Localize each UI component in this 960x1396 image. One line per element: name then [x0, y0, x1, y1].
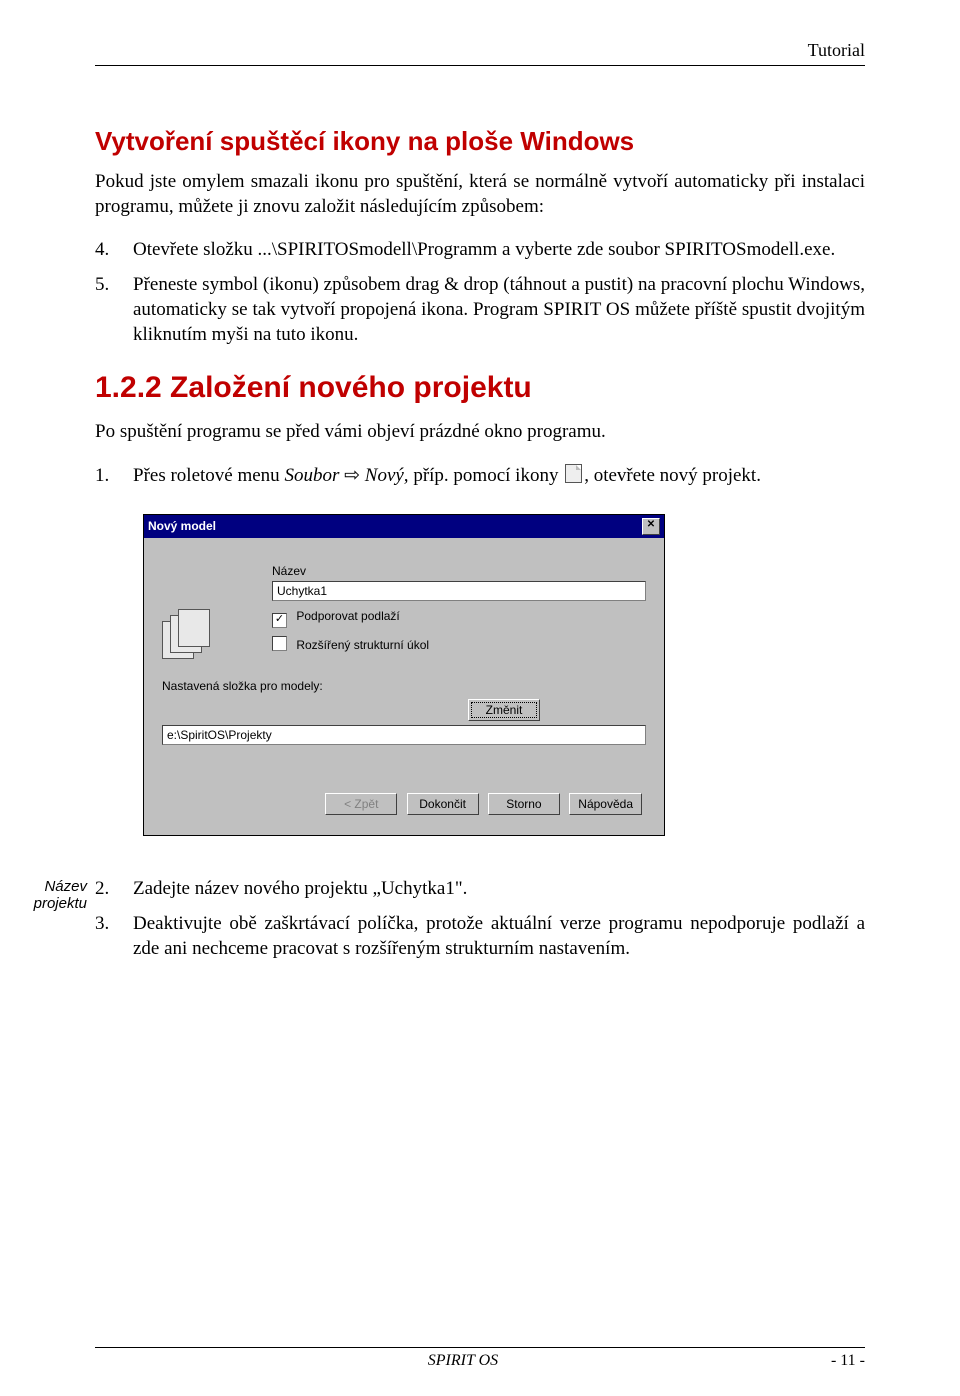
- list-body: Přeneste symbol (ikonu) způsobem drag & …: [133, 272, 865, 347]
- list-number: 1.: [95, 463, 133, 488]
- list-body: Přes roletové menu Soubor ⇨ Nový, příp. …: [133, 463, 865, 488]
- text-fragment: , otevřete nový projekt.: [584, 465, 761, 486]
- name-label: Název: [272, 564, 646, 578]
- new-document-icon: [565, 464, 582, 483]
- help-button[interactable]: Nápověda: [569, 793, 642, 815]
- page-footer: SPIRIT OS - 11 -: [95, 1347, 865, 1370]
- list-body: Deaktivujte obě zaškrtávací políčka, pro…: [133, 911, 865, 961]
- list-body: Zadejte název nového projektu „Uchytka1"…: [133, 876, 865, 901]
- list-number: 3.: [95, 911, 133, 961]
- text-fragment: Přes roletové menu: [133, 465, 284, 486]
- heading-new-project: 1.2.2 Založení nového projektu: [95, 371, 865, 405]
- list-number: 5.: [95, 272, 133, 347]
- checkbox-floors[interactable]: ✓: [272, 613, 287, 628]
- list-item: 5. Přeneste symbol (ikonu) způsobem drag…: [95, 272, 865, 347]
- folder-label: Nastavená složka pro modely:: [162, 679, 646, 693]
- page-header: Tutorial: [95, 40, 865, 66]
- close-icon[interactable]: ✕: [642, 518, 660, 535]
- intro-paragraph-2: Po spuštění programu se před vámi objeví…: [95, 419, 865, 444]
- list-body: Otevřete složku ...\SPIRITOSmodell\Progr…: [133, 237, 865, 262]
- list-item: 3. Deaktivujte obě zaškrtávací políčka, …: [95, 911, 865, 961]
- margin-note-project-name: Název projektu: [0, 878, 87, 912]
- dialog-title: Nový model: [148, 519, 642, 533]
- name-input[interactable]: [272, 581, 646, 601]
- text-fragment: příp. pomocí ikony: [413, 465, 563, 486]
- cancel-button[interactable]: Storno: [488, 793, 560, 815]
- folder-input[interactable]: [162, 725, 646, 745]
- dialog-titlebar[interactable]: Nový model ✕: [144, 515, 664, 538]
- checkbox-extended-label: Rozšířený strukturní úkol: [296, 638, 429, 652]
- finish-button[interactable]: Dokončit: [407, 793, 479, 815]
- menu-name: Soubor: [284, 465, 339, 486]
- dialog-new-model: Nový model ✕ Název ✓ Podporovat podlaží: [143, 514, 665, 836]
- arrow-right-icon: ⇨: [344, 463, 360, 488]
- heading-create-icon: Vytvoření spuštěcí ikony na ploše Window…: [95, 126, 865, 157]
- dialog-illustration: [162, 564, 252, 657]
- checkbox-floors-label: Podporovat podlaží: [296, 609, 399, 623]
- list-item: 1. Přes roletové menu Soubor ⇨ Nový, pří…: [95, 463, 865, 488]
- list-item: 2. Zadejte název nového projektu „Uchytk…: [95, 876, 865, 901]
- intro-paragraph-1: Pokud jste omylem smazali ikonu pro spuš…: [95, 169, 865, 219]
- documents-stack-icon: [162, 609, 212, 657]
- list-number: 2.: [95, 876, 133, 901]
- footer-center: SPIRIT OS: [95, 1352, 831, 1370]
- checkbox-extended[interactable]: [272, 636, 287, 651]
- footer-page-number: - 11 -: [831, 1352, 865, 1370]
- menu-item-name: Nový,: [365, 465, 409, 486]
- list-number: 4.: [95, 237, 133, 262]
- list-item: 4. Otevřete složku ...\SPIRITOSmodell\Pr…: [95, 237, 865, 262]
- change-folder-button[interactable]: Změnit: [468, 699, 540, 721]
- back-button: < Zpět: [325, 793, 397, 815]
